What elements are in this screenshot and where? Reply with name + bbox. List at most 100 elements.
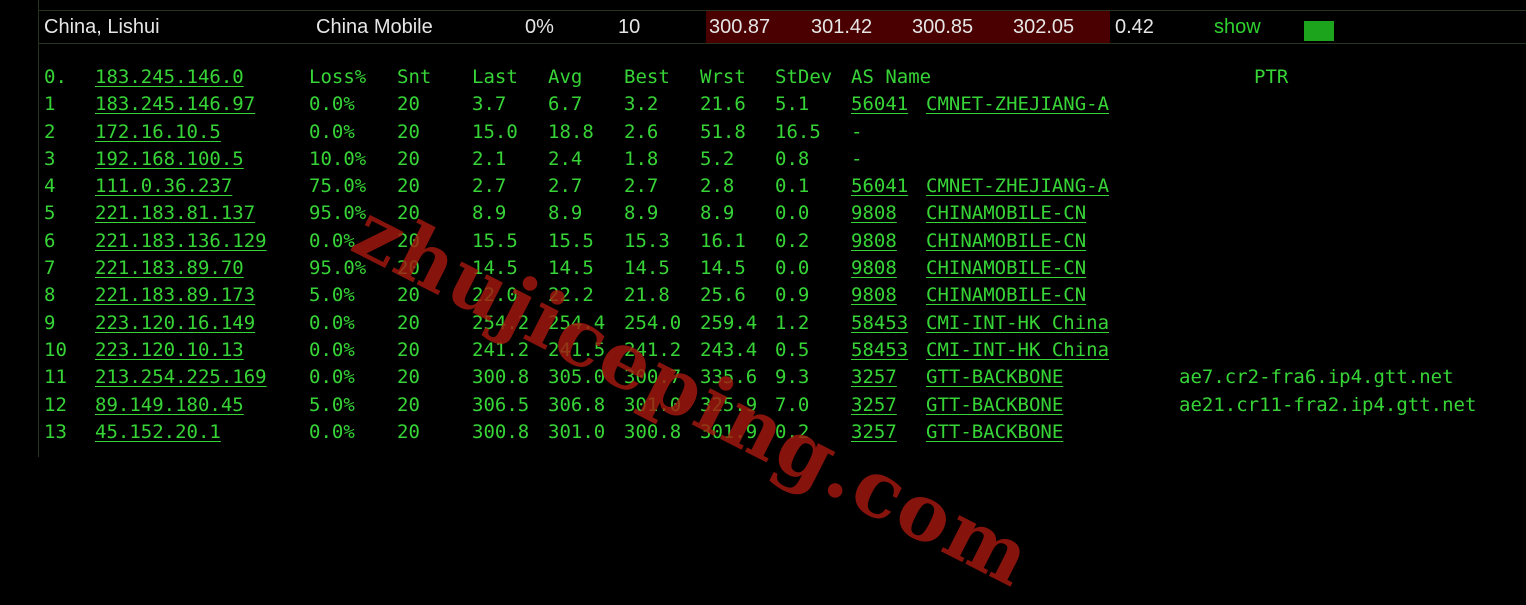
hop-best: 15.3 (624, 229, 670, 252)
hop-snt: 20 (397, 202, 420, 225)
hop-as-name[interactable]: CMI-INT-HK China (926, 312, 1109, 334)
header-stdev: StDev (775, 66, 833, 88)
hop-loss: 0.0% (309, 120, 355, 143)
hop-as-name[interactable]: GTT-BACKBONE (926, 421, 1063, 443)
hop-as-name[interactable]: CHINAMOBILE-CN (926, 202, 1086, 224)
table-row: 1 183.245.146.97 0.0% 20 3.7 6.7 3.2 21.6 5.1 560… (44, 93, 1514, 120)
hop-wrst: 51.8 (700, 120, 746, 143)
hop-last: 15.5 (472, 229, 518, 252)
table-row: 11 213.254.225.169 0.0% 20 300.8 305.0 300.7 33… (44, 366, 1514, 393)
hop-idx: 5 (44, 202, 56, 225)
hop-snt: 20 (397, 420, 420, 443)
hop-last: 15.0 (472, 120, 518, 143)
summary-loss: 0% (525, 16, 554, 38)
hop-loss: 0.0% (309, 311, 355, 334)
hop-stdev: 0.0 (775, 202, 810, 225)
hop-loss: 5.0% (309, 284, 355, 307)
table-row: 2 172.16.10.5 0.0% 20 15.0 18.8 2.6 51.8 16.5 - (44, 121, 1514, 148)
table-row: 4 111.0.36.237 75.0% 20 2.7 2.7 2.7 2.8 0.1 56041… (44, 175, 1514, 202)
hop-host-link[interactable]: 223.120.16.149 (95, 312, 255, 334)
hop-idx: 10 (44, 338, 67, 361)
hop-asn: - (851, 120, 863, 143)
table-row: 13 45.152.20.1 0.0% 20 300.8 301.0 300.8 301.9 0… (44, 421, 1514, 448)
summary-best: 300.85 (912, 16, 974, 38)
hop-avg: 2.4 (548, 147, 583, 170)
hop-as-name[interactable]: CHINAMOBILE-CN (926, 230, 1086, 252)
hop-asn[interactable]: 9808 (851, 284, 897, 306)
hop-asn[interactable]: 9808 (851, 257, 897, 279)
hop-idx: 4 (44, 175, 56, 198)
hop-last: 300.8 (472, 420, 530, 443)
hop-host-link[interactable]: 89.149.180.45 (95, 394, 244, 416)
hop-idx: 11 (44, 366, 67, 389)
hop-avg: 14.5 (548, 257, 594, 280)
hop-best: 14.5 (624, 257, 670, 280)
header-avg: Avg (548, 66, 583, 88)
hop-avg: 254.4 (548, 311, 606, 334)
hop-asn[interactable]: 9808 (851, 230, 897, 252)
hop-host-link[interactable]: 172.16.10.5 (95, 121, 221, 143)
hop-loss: 10.0% (309, 147, 367, 170)
summary-row: China, Lishui China Mobile 0% 10 300.87 … (38, 10, 1526, 44)
hop-as-name[interactable]: CMNET-ZHEJIANG-A (926, 93, 1109, 115)
hop-host-link[interactable]: 223.120.10.13 (95, 339, 244, 361)
show-link[interactable]: show (1214, 16, 1261, 39)
hop-as-name[interactable]: GTT-BACKBONE (926, 394, 1063, 416)
hop-loss: 75.0% (309, 175, 367, 198)
hop-host-link[interactable]: 221.183.89.173 (95, 284, 255, 306)
hop-host-link[interactable]: 221.183.136.129 (95, 230, 267, 252)
hop-idx: 9 (44, 311, 56, 334)
summary-sent: 10 (618, 16, 641, 38)
hop-last: 254.2 (472, 311, 530, 334)
hop-last: 300.8 (472, 366, 530, 389)
mtr-table: 0. 183.245.146.0 Loss% Snt Last Avg Best… (44, 66, 1514, 448)
hop-host-link[interactable]: 221.183.81.137 (95, 202, 255, 224)
hop-snt: 20 (397, 338, 420, 361)
hop-asn[interactable]: 3257 (851, 421, 897, 443)
hop-as-name[interactable]: CMNET-ZHEJIANG-A (926, 175, 1109, 197)
hop-asn[interactable]: 58453 (851, 339, 908, 361)
hop-host-link[interactable]: 111.0.36.237 (95, 175, 232, 197)
hop-wrst: 16.1 (700, 229, 746, 252)
hop-asn[interactable]: 3257 (851, 366, 897, 388)
table-header: 0. 183.245.146.0 Loss% Snt Last Avg Best… (44, 66, 1514, 93)
hop-as-name[interactable]: GTT-BACKBONE (926, 366, 1063, 388)
hop-as-name[interactable]: CMI-INT-HK China (926, 339, 1109, 361)
hop-host-link[interactable]: 192.168.100.5 (95, 148, 244, 170)
hop-best: 254.0 (624, 311, 682, 334)
hop-snt: 20 (397, 120, 420, 143)
hop-avg: 15.5 (548, 229, 594, 252)
hop-as-name[interactable]: CHINAMOBILE-CN (926, 257, 1086, 279)
hop-host-link[interactable]: 221.183.89.70 (95, 257, 244, 279)
summary-isp: China Mobile (316, 16, 433, 38)
hop-avg: 8.9 (548, 202, 583, 225)
hop-loss: 0.0% (309, 338, 355, 361)
hop-last: 306.5 (472, 393, 530, 416)
hop-stdev: 0.2 (775, 229, 810, 252)
hop-asn[interactable]: 58453 (851, 312, 908, 334)
hop-asn[interactable]: 3257 (851, 394, 897, 416)
table-row: 12 89.149.180.45 5.0% 20 306.5 306.8 301.0 325.… (44, 394, 1514, 421)
hop-stdev: 0.9 (775, 284, 810, 307)
hop-last: 2.7 (472, 175, 507, 198)
hop-stdev: 7.0 (775, 393, 810, 416)
hop-snt: 20 (397, 366, 420, 389)
hop-stdev: 0.2 (775, 420, 810, 443)
hop-host-link[interactable]: 183.245.146.97 (95, 93, 255, 115)
hop-asn[interactable]: 9808 (851, 202, 897, 224)
table-row: 3 192.168.100.5 10.0% 20 2.1 2.4 1.8 5.2 0.8 - (44, 148, 1514, 175)
hop-asn[interactable]: 56041 (851, 93, 908, 115)
header-ptr: PTR (1254, 66, 1289, 88)
table-row: 5 221.183.81.137 95.0% 20 8.9 8.9 8.9 8.9 0.0 980… (44, 202, 1514, 229)
hop-wrst: 325.9 (700, 393, 758, 416)
hop-stdev: 9.3 (775, 366, 810, 389)
hop-asn[interactable]: 56041 (851, 175, 908, 197)
header-snt: Snt (397, 66, 432, 88)
header-loss: Loss% (309, 66, 367, 88)
hop-host-link[interactable]: 213.254.225.169 (95, 366, 267, 388)
hop-host-link[interactable]: 45.152.20.1 (95, 421, 221, 443)
table-row: 9 223.120.16.149 0.0% 20 254.2 254.4 254.0 259.… (44, 312, 1514, 339)
hop-best: 21.8 (624, 284, 670, 307)
hop-as-name[interactable]: CHINAMOBILE-CN (926, 284, 1086, 306)
header-host-link[interactable]: 183.245.146.0 (95, 66, 244, 88)
